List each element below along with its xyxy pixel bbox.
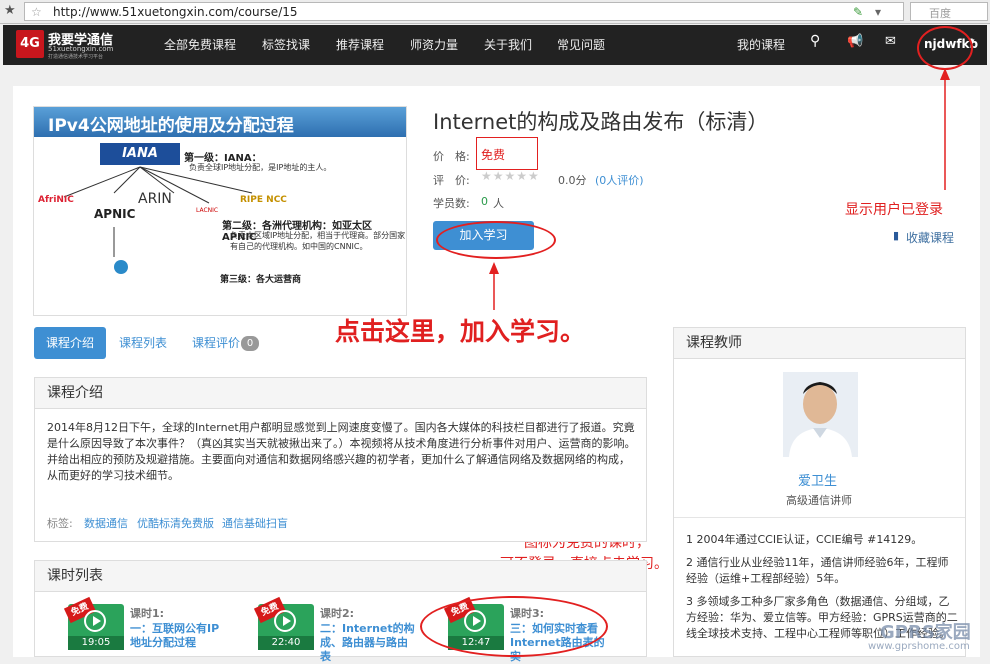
lesson-duration: 22:40 — [258, 636, 314, 650]
annotation-click-here: 点击这里，加入学习。 — [335, 317, 586, 346]
intro-panel: 课程介绍 2014年8月12日下午，全球的Internet用户都明显感觉到上网速… — [34, 377, 647, 542]
lesson-title-link[interactable]: 二：Internet的构成、路由器与路由表 — [320, 622, 416, 664]
play-icon — [274, 610, 296, 632]
lesson-thumbnail[interactable]: 免费 19:05 — [63, 596, 124, 650]
lessons-heading: 课时列表 — [35, 561, 646, 592]
teacher-avatar[interactable] — [783, 372, 858, 457]
tag-link[interactable]: 通信基础扫盲 — [222, 515, 288, 531]
intro-text: 2014年8月12日下午，全球的Internet用户都明显感觉到上网速度变慢了。… — [47, 421, 636, 482]
tab-intro[interactable]: 课程介绍 — [34, 327, 107, 359]
lesson-duration: 19:05 — [68, 636, 124, 650]
watermark-url: www.gprshome.com — [868, 641, 970, 652]
play-icon — [84, 610, 106, 632]
reviews-count-badge: 0 — [241, 336, 259, 351]
tab-lesson-list[interactable]: 课程列表 — [107, 327, 179, 359]
person-icon — [789, 382, 852, 457]
lesson-number: 课时1: — [130, 607, 165, 620]
tag-link[interactable]: 数据通信 — [84, 515, 128, 531]
annotation-logged-in: 显示用户已登录 — [845, 202, 943, 218]
lesson-title-link[interactable]: 一：互联网公有IP地址分配过程 — [130, 622, 226, 650]
teacher-heading: 课程教师 — [674, 328, 965, 359]
lesson-thumbnail[interactable]: 免费 22:40 — [253, 596, 314, 650]
teacher-title: 高级通信讲师 — [786, 494, 852, 507]
tag-link[interactable]: 优酷标清免费版 — [137, 515, 214, 531]
intro-heading: 课程介绍 — [35, 378, 646, 409]
divider — [674, 517, 965, 518]
lesson-number: 课时2: — [320, 607, 355, 620]
annotation-circle-lesson — [420, 596, 608, 657]
teacher-name-link[interactable]: 爱卫生 — [798, 470, 837, 489]
tags-label: 标签: — [47, 517, 73, 530]
